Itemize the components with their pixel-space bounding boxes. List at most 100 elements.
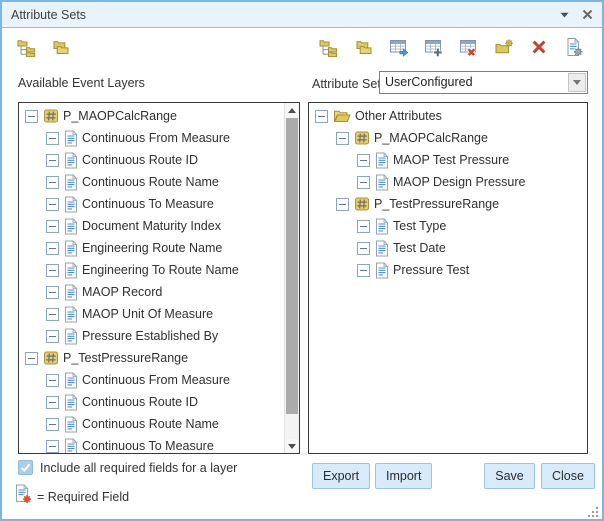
tree-item[interactable]: P_MAOPCalcRange (309, 127, 587, 149)
document-icon (64, 438, 78, 455)
tree-item[interactable]: P_MAOPCalcRange (19, 105, 299, 127)
expand-collapse-box[interactable] (46, 176, 59, 189)
tree-item[interactable]: Pressure Established By (19, 325, 299, 347)
tree-item[interactable]: Document Maturity Index (19, 215, 299, 237)
tree-item-label: MAOP Unit Of Measure (82, 307, 213, 321)
tree-item[interactable]: Continuous To Measure (19, 435, 299, 454)
attribute-set-label: Attribute Set: (312, 77, 384, 91)
tree-item[interactable]: Continuous To Measure (19, 193, 299, 215)
document-icon (64, 240, 78, 257)
tree-item[interactable]: P_TestPressureRange (19, 347, 299, 369)
document-icon (64, 218, 78, 235)
expand-collapse-box[interactable] (46, 308, 59, 321)
delete-table-icon[interactable] (458, 36, 479, 57)
import-button[interactable]: Import (375, 463, 432, 489)
expand-collapse-box[interactable] (357, 154, 370, 167)
expand-collapse-box[interactable] (46, 418, 59, 431)
scroll-down-icon (288, 444, 296, 449)
folder-tree-icon[interactable] (16, 36, 37, 57)
scroll-up-button[interactable] (285, 103, 299, 117)
dropdown-arrow-button[interactable] (568, 73, 586, 92)
expand-collapse-box[interactable] (46, 154, 59, 167)
delete-icon[interactable] (528, 36, 549, 57)
expand-collapse-box[interactable] (315, 110, 328, 123)
expand-collapse-box[interactable] (357, 176, 370, 189)
expand-collapse-box[interactable] (357, 264, 370, 277)
expand-collapse-box[interactable] (25, 110, 38, 123)
expand-collapse-box[interactable] (25, 352, 38, 365)
tree-item[interactable]: P_TestPressureRange (309, 193, 587, 215)
expand-collapse-box[interactable] (46, 374, 59, 387)
folder-settings-icon[interactable] (493, 36, 514, 57)
tree-item-label: Pressure Test (393, 263, 469, 277)
tree-item[interactable]: Test Date (309, 237, 587, 259)
document-icon (375, 262, 389, 279)
folder-open-icon (333, 109, 351, 123)
tree-item[interactable]: Continuous From Measure (19, 127, 299, 149)
expand-collapse-box[interactable] (46, 440, 59, 453)
close-icon[interactable] (582, 9, 593, 20)
tree-item[interactable]: Continuous Route Name (19, 171, 299, 193)
expand-collapse-box[interactable] (357, 242, 370, 255)
collapse-dialog-icon[interactable] (560, 12, 569, 18)
attribute-set-dropdown[interactable]: UserConfigured (379, 71, 588, 94)
tree-item-label: MAOP Design Pressure (393, 175, 525, 189)
expand-collapse-box[interactable] (336, 132, 349, 145)
tree-item[interactable]: MAOP Unit Of Measure (19, 303, 299, 325)
event-layer-icon (43, 350, 59, 366)
tree-item[interactable]: Continuous Route ID (19, 149, 299, 171)
document-icon (64, 394, 78, 411)
document-icon (64, 130, 78, 147)
tree-item[interactable]: Engineering Route Name (19, 237, 299, 259)
tree-item[interactable]: Engineering To Route Name (19, 259, 299, 281)
folders-icon[interactable] (353, 36, 374, 57)
tree-item-label: MAOP Test Pressure (393, 153, 509, 167)
tree-item[interactable]: Test Type (309, 215, 587, 237)
required-field-icon (15, 484, 33, 504)
expand-collapse-box[interactable] (46, 132, 59, 145)
scroll-down-button[interactable] (285, 439, 299, 453)
tree-item[interactable]: Other Attributes (309, 105, 587, 127)
export-button[interactable]: Export (312, 463, 370, 489)
expand-collapse-box[interactable] (336, 198, 349, 211)
folders-icon[interactable] (50, 36, 71, 57)
tree-item[interactable]: MAOP Record (19, 281, 299, 303)
tree-item[interactable]: MAOP Design Pressure (309, 171, 587, 193)
expand-collapse-box[interactable] (46, 264, 59, 277)
export-table-icon[interactable] (388, 36, 409, 57)
tree-item[interactable]: MAOP Test Pressure (309, 149, 587, 171)
event-layer-icon (354, 196, 370, 212)
expand-collapse-box[interactable] (46, 330, 59, 343)
left-tree-scrollbar[interactable] (284, 103, 299, 453)
tree-item-label: Pressure Established By (82, 329, 218, 343)
available-layers-panel: P_MAOPCalcRangeContinuous From MeasureCo… (18, 102, 300, 454)
available-event-layers-label: Available Event Layers (18, 76, 145, 90)
add-table-icon[interactable] (423, 36, 444, 57)
tree-item-label: Continuous To Measure (82, 197, 214, 211)
close-button[interactable]: Close (541, 463, 595, 489)
expand-collapse-box[interactable] (46, 396, 59, 409)
expand-collapse-box[interactable] (46, 198, 59, 211)
document-icon (64, 284, 78, 301)
tree-item[interactable]: Continuous Route ID (19, 391, 299, 413)
tree-item-label: Continuous To Measure (82, 439, 214, 453)
folder-tree-icon[interactable] (318, 36, 339, 57)
expand-collapse-box[interactable] (46, 286, 59, 299)
include-required-fields-checkbox[interactable] (18, 460, 33, 475)
page-settings-icon[interactable] (563, 36, 584, 57)
available-layers-tree: P_MAOPCalcRangeContinuous From MeasureCo… (19, 103, 299, 454)
titlebar[interactable]: Attribute Sets (2, 2, 602, 28)
attribute-sets-dialog: Attribute Sets Available Event Layers At… (0, 0, 604, 521)
expand-collapse-box[interactable] (46, 242, 59, 255)
check-icon (19, 461, 32, 474)
scroll-thumb[interactable] (286, 118, 298, 414)
tree-item[interactable]: Continuous From Measure (19, 369, 299, 391)
expand-collapse-box[interactable] (46, 220, 59, 233)
resize-grip[interactable] (588, 505, 599, 516)
titlebar-controls (560, 9, 593, 20)
attribute-set-panel: Other AttributesP_MAOPCalcRange MAOP Test… (308, 102, 588, 454)
save-button[interactable]: Save (484, 463, 535, 489)
tree-item[interactable]: Continuous Route Name (19, 413, 299, 435)
tree-item[interactable]: Pressure Test (309, 259, 587, 281)
expand-collapse-box[interactable] (357, 220, 370, 233)
